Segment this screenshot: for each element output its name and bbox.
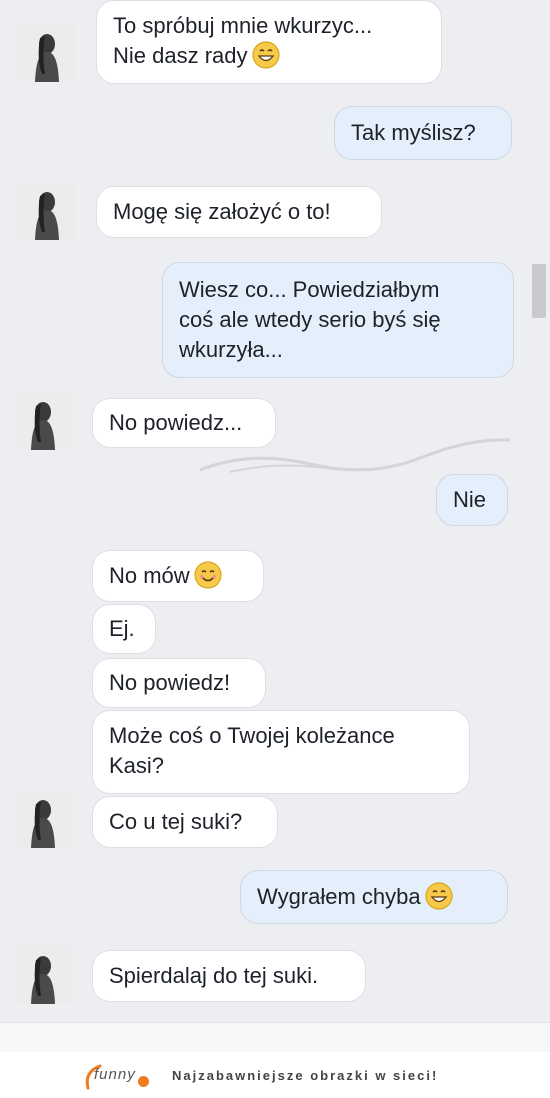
contact-avatar[interactable] [14, 946, 72, 1004]
chat-input-strip [0, 1022, 550, 1052]
message-text: Mogę się założyć o to! [113, 199, 331, 224]
grinning-emoji-icon [425, 882, 453, 910]
message-text: To spróbuj mnie wkurzyc... [113, 13, 373, 38]
scrollbar-thumb[interactable] [532, 264, 546, 318]
message-text: Nie [453, 487, 487, 512]
message-text: Wiesz co... Powiedziałbym [179, 277, 440, 302]
logo-badge [138, 1076, 149, 1087]
contact-avatar[interactable] [14, 790, 72, 848]
grinning-emoji-icon [251, 41, 280, 69]
contact-avatar[interactable] [18, 24, 76, 82]
message-text: wkurzyła... [179, 337, 283, 362]
message-text: No mów [109, 563, 190, 588]
message-text: Kasi? [109, 753, 165, 778]
message-bubble-incoming[interactable]: To spróbuj mnie wkurzyc... Nie dasz rady [96, 0, 442, 84]
footer-tagline: Najzabawniejsze obrazki w sieci! [172, 1068, 439, 1083]
message-bubble-incoming[interactable]: Spierdalaj do tej suki. [92, 950, 366, 1002]
message-text: No powiedz! [109, 670, 231, 695]
site-logo[interactable]: funny [80, 1062, 156, 1092]
message-text: Może coś o Twojej koleżance [109, 723, 395, 748]
message-bubble-incoming[interactable]: No powiedz! [92, 658, 266, 708]
watermark-icon [199, 438, 511, 473]
message-bubble-outgoing[interactable]: Nie [436, 474, 508, 526]
message-text: Wygrałem chyba [257, 884, 421, 909]
message-bubble-outgoing[interactable]: Tak myślisz? [334, 106, 512, 160]
contact-avatar[interactable] [14, 392, 72, 450]
smiling-emoji-icon [194, 561, 222, 589]
logo-text: funny [94, 1066, 136, 1083]
message-bubble-outgoing[interactable]: Wygrałem chyba [240, 870, 508, 924]
message-text: Spierdalaj do tej suki. [109, 963, 319, 988]
message-text: Nie dasz rady [113, 43, 248, 68]
chat-window: To spróbuj mnie wkurzyc... Nie dasz rady… [0, 0, 550, 1052]
message-bubble-outgoing[interactable]: Wiesz co... Powiedziałbym coś ale wtedy … [162, 262, 514, 378]
message-text: Co u tej suki? [109, 809, 243, 834]
message-text: Ej. [109, 616, 135, 641]
message-bubble-incoming[interactable]: No mów [92, 550, 264, 602]
message-bubble-incoming[interactable]: Co u tej suki? [92, 796, 278, 848]
message-bubble-incoming[interactable]: Mogę się założyć o to! [96, 186, 382, 238]
message-bubble-incoming[interactable]: Ej. [92, 604, 156, 654]
contact-avatar[interactable] [18, 182, 76, 240]
message-text: coś ale wtedy serio byś się [179, 307, 441, 332]
message-bubble-incoming[interactable]: Może coś o Twojej koleżance Kasi? [92, 710, 470, 794]
message-text: Tak myślisz? [351, 120, 476, 145]
